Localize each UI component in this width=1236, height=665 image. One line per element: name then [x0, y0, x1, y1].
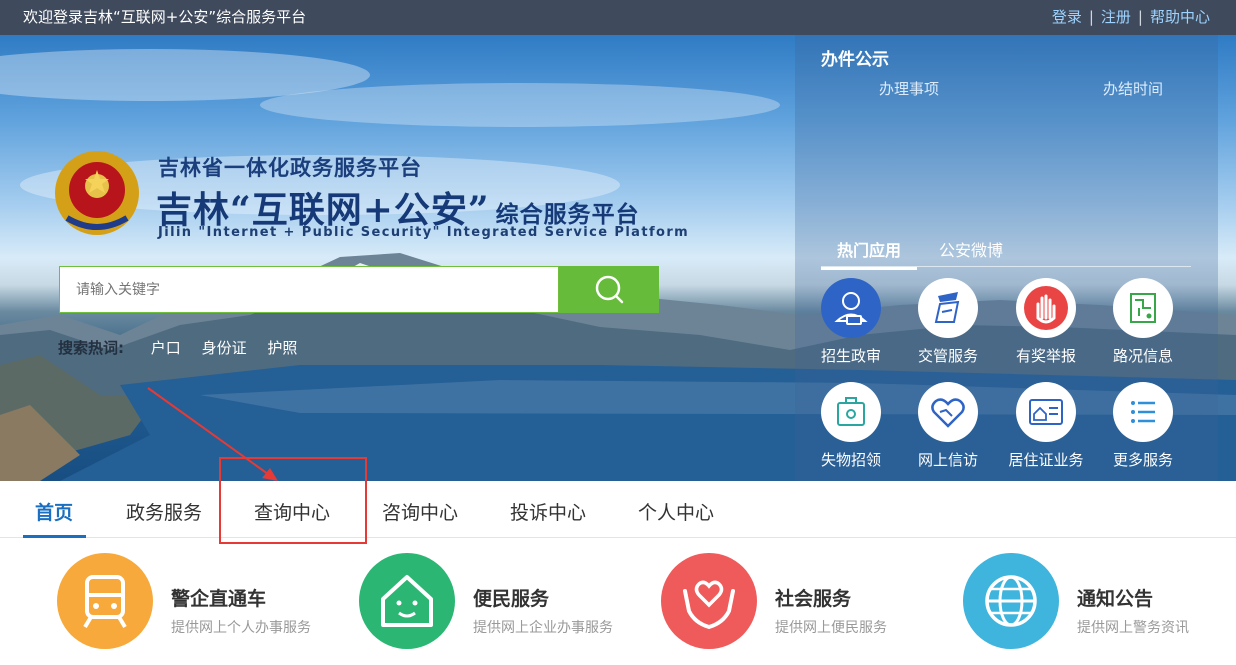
nav-active-underline — [23, 535, 86, 538]
app-label: 失物招领 — [820, 451, 881, 469]
app-label: 有奖举报 — [1015, 347, 1076, 365]
platform-subtitle: 吉林省一体化政务服务平台 — [158, 156, 422, 180]
search-bar — [59, 266, 659, 313]
police-emblem-icon — [55, 151, 139, 235]
app-label: 路况信息 — [1112, 347, 1173, 365]
app-label: 交管服务 — [917, 347, 978, 365]
hot-search-label: 搜索热词: — [58, 339, 124, 357]
nav-complaint-center[interactable]: 投诉中心 — [510, 498, 586, 525]
right-panel: 办件公示 办理事项 办结时间 热门应用 公安微博 招生政审 交管服务 有奖举报 … — [795, 35, 1218, 481]
feature-desc: 提供网上企业办事服务 — [473, 620, 613, 636]
feature-convenience-service[interactable]: 便民服务 提供网上企业办事服务 — [359, 553, 639, 649]
hot-word-passport[interactable]: 护照 — [267, 339, 297, 357]
app-lost-found[interactable]: 失物招领 — [806, 382, 896, 470]
top-bar: 欢迎登录吉林“互联网+公安”综合服务平台 登录 | 注册 | 帮助中心 — [0, 0, 1236, 35]
app-residence-permit[interactable]: 居住证业务 — [1001, 382, 1091, 470]
hot-word-hukou[interactable]: 户口 — [151, 339, 181, 357]
feature-desc: 提供网上便民服务 — [775, 620, 887, 636]
account-links: 登录 | 注册 | 帮助中心 — [1052, 0, 1210, 35]
app-traffic-service[interactable]: 交管服务 — [903, 278, 993, 366]
case-publicity-title: 办件公示 — [821, 50, 889, 70]
register-link[interactable]: 注册 — [1101, 8, 1131, 26]
residence-card-icon — [1029, 399, 1063, 425]
app-road-info[interactable]: 路况信息 — [1098, 278, 1188, 366]
feature-notice[interactable]: 通知公告 提供网上警务资讯 — [963, 553, 1236, 649]
highlight-box — [219, 457, 367, 544]
main-nav: 首页 政务服务 查询中心 咨询中心 投诉中心 个人中心 — [0, 481, 1236, 538]
column-header-time: 办结时间 — [1103, 80, 1164, 98]
hot-search-words: 搜索热词: 户口 身份证 护照 — [58, 337, 313, 358]
tab-hot-apps[interactable]: 热门应用 — [821, 237, 918, 270]
lost-found-bag-icon — [837, 397, 865, 426]
tab-police-weibo[interactable]: 公安微博 — [939, 237, 1003, 261]
hand-stop-icon — [1024, 286, 1068, 330]
search-button[interactable] — [559, 266, 659, 313]
user-check-icon — [834, 292, 868, 325]
nav-government-services[interactable]: 政务服务 — [126, 498, 202, 525]
traffic-police-icon — [934, 292, 960, 323]
app-label: 居住证业务 — [1008, 451, 1084, 469]
link-separator: | — [1137, 8, 1143, 26]
feature-icon-circle — [359, 553, 455, 649]
platform-title-suffix: 综合服务平台 — [495, 201, 640, 228]
train-icon — [83, 575, 127, 629]
app-online-petition[interactable]: 网上信访 — [903, 382, 993, 470]
app-label: 网上信访 — [917, 451, 978, 469]
nav-personal-center[interactable]: 个人中心 — [638, 498, 714, 525]
feature-title: 社会服务 — [775, 588, 852, 610]
smile-house-icon — [381, 575, 433, 627]
nav-consult-center[interactable]: 咨询中心 — [382, 498, 458, 525]
feature-icon-circle — [57, 553, 153, 649]
feature-title: 便民服务 — [473, 588, 550, 610]
feature-title: 警企直通车 — [171, 588, 267, 610]
feature-icon-circle — [661, 553, 757, 649]
globe-icon — [985, 575, 1037, 627]
app-tabs: 热门应用 公安微博 — [821, 237, 1191, 270]
feature-social-service[interactable]: 社会服务 提供网上便民服务 — [661, 553, 941, 649]
list-icon — [1131, 401, 1155, 423]
welcome-text: 欢迎登录吉林“互联网+公安”综合服务平台 — [23, 8, 307, 26]
hot-word-id-card[interactable]: 身份证 — [202, 339, 247, 357]
feature-icon-circle — [963, 553, 1059, 649]
column-header-item: 办理事项 — [879, 80, 940, 98]
app-more-services[interactable]: 更多服务 — [1098, 382, 1188, 470]
feature-police-business[interactable]: 警企直通车 提供网上个人办事服务 — [57, 553, 337, 649]
handshake-heart-icon — [931, 398, 965, 428]
help-center-link[interactable]: 帮助中心 — [1150, 8, 1210, 26]
heart-hands-icon — [683, 580, 735, 630]
app-label: 更多服务 — [1112, 451, 1173, 469]
search-icon — [595, 275, 624, 304]
login-link[interactable]: 登录 — [1052, 8, 1082, 26]
link-separator: | — [1088, 8, 1094, 26]
nav-home[interactable]: 首页 — [35, 498, 73, 525]
feature-title: 通知公告 — [1077, 588, 1154, 610]
road-map-icon — [1130, 293, 1156, 323]
search-input[interactable] — [59, 266, 559, 313]
feature-desc: 提供网上个人办事服务 — [171, 620, 311, 636]
app-enrollment-review[interactable]: 招生政审 — [806, 278, 896, 366]
feature-desc: 提供网上警务资讯 — [1077, 620, 1189, 636]
app-reward-report[interactable]: 有奖举报 — [1001, 278, 1091, 366]
platform-title-english: Jilin "Internet + Public Security" Integ… — [158, 225, 690, 240]
hero-banner: 吉林省一体化政务服务平台 吉林“互联网+公安” 综合服务平台 Jilin "Int… — [0, 35, 1236, 481]
app-label: 招生政审 — [820, 347, 881, 365]
